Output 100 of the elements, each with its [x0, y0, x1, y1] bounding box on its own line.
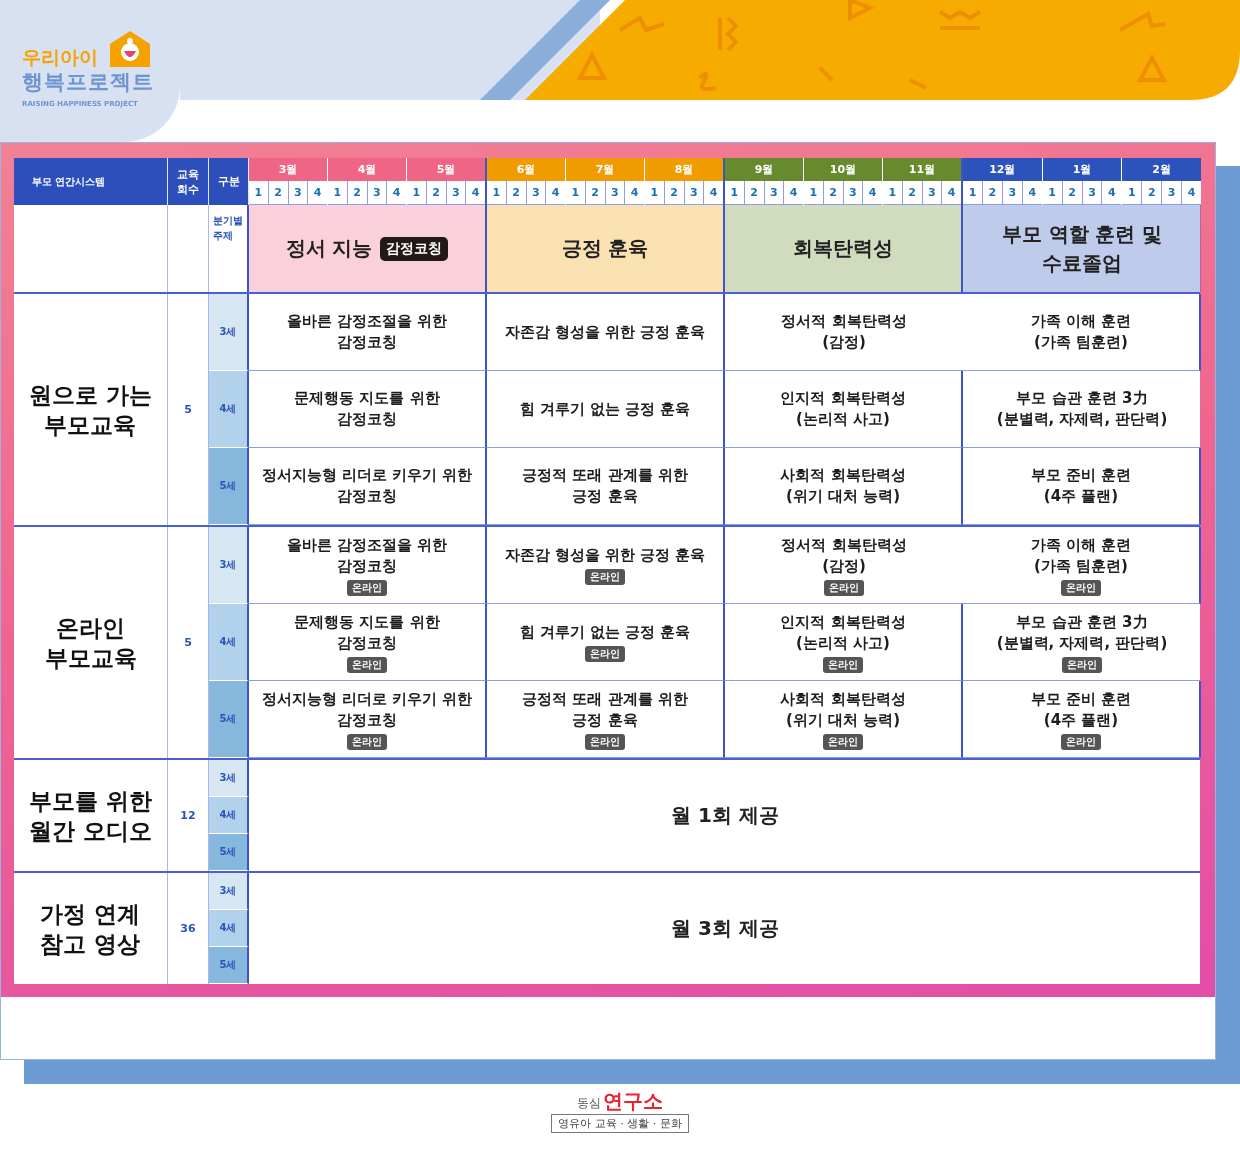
course-title: 부모 습관 훈련 3力 (분별력, 자제력, 판단력) [996, 388, 1168, 430]
age-cell: 4세 [209, 910, 249, 947]
week-cell: 2 [1062, 181, 1083, 205]
week-cell: 4 [1182, 181, 1202, 205]
age-cell: 4세 [209, 797, 249, 834]
course-title: 부모 준비 훈련 (4주 플랜) [1030, 688, 1132, 731]
week-cell: 3 [367, 181, 388, 205]
course-title: 정서적 회복탄력성 (감정) [781, 311, 907, 353]
age-cell: 3세 [209, 873, 249, 910]
week-cell: 3 [1002, 181, 1023, 205]
online-badge: 온라인 [1061, 579, 1101, 596]
course-title: 긍정적 또래 관계를 위한 긍정 훈육 [522, 465, 688, 507]
week-cell: 2 [744, 181, 765, 205]
week-cell: 2 [823, 181, 844, 205]
online-badge: 온라인 [824, 579, 864, 596]
course-title: 정서지능형 리더로 키우기 위한 감정코칭 [261, 465, 473, 507]
course-title: 힘 겨루기 없는 긍정 훈육 [519, 398, 691, 420]
week-cell: 1 [963, 181, 983, 205]
month-header: 2월 [1122, 158, 1201, 181]
age-cell: 5세 [209, 834, 249, 871]
week-cell: 2 [268, 181, 289, 205]
course-title: 정서적 회복탄력성 (감정) [781, 534, 907, 577]
week-cell: 3 [288, 181, 309, 205]
course-title: 사회적 회복탄력성 (위기 대처 능력) [780, 688, 906, 731]
month-header: 10월 [804, 158, 882, 181]
online-badge: 온라인 [1061, 733, 1101, 750]
age-cell: 4세 [209, 371, 249, 448]
course-title: 긍정적 또래 관계를 위한 긍정 훈육 [522, 688, 688, 731]
week-cell: 3 [605, 181, 626, 205]
logo-subtitle: 행복프로젝트 [22, 69, 155, 96]
course-title: 문제행동 지도를 위한 감정코칭 [294, 611, 440, 654]
online-badge: 온라인 [347, 579, 387, 596]
header-cell: 교육 회수 [168, 158, 209, 205]
week-cell: 1 [407, 181, 427, 205]
note-cell-text: 월 3회 제공 [670, 915, 780, 942]
month-header: 6월 [487, 158, 565, 181]
week-cell: 1 [487, 181, 507, 205]
course-title: 사회적 회복탄력성 (위기 대처 능력) [780, 465, 906, 507]
theme-badge: 감정코칭 [380, 236, 449, 261]
theme-title: 정서 지능 [285, 235, 373, 262]
course-title: 가족 이해 훈련 (가족 팀훈련) [1030, 311, 1132, 353]
month-header: 3월 [249, 158, 327, 181]
course-title: 인지적 회복탄력성 (논리적 사고) [780, 388, 906, 430]
online-badge: 온라인 [585, 569, 625, 585]
course-title: 인지적 회복탄력성 (논리적 사고) [780, 611, 906, 654]
age-cell: 3세 [209, 527, 249, 604]
week-cell: 1 [249, 181, 269, 205]
logo-title: 우리아이 [22, 46, 98, 68]
week-cell: 2 [1142, 181, 1163, 205]
month-header: 9월 [725, 158, 803, 181]
week-cell: 1 [645, 181, 665, 205]
online-badge: 온라인 [585, 646, 625, 662]
week-cell: 2 [982, 181, 1003, 205]
header-cell: 구분 [209, 158, 249, 205]
week-cell: 3 [843, 181, 864, 205]
week-cell: 1 [804, 181, 824, 205]
week-cell: 1 [328, 181, 348, 205]
week-cell: 3 [446, 181, 467, 205]
week-cell: 3 [764, 181, 785, 205]
course-title: 가족 이해 훈련 (가족 팀훈련) [1030, 534, 1132, 577]
course-title: 올바른 감정조절을 위한 감정코칭 [286, 311, 448, 353]
month-header: 8월 [645, 158, 723, 181]
week-cell: 3 [922, 181, 943, 205]
online-badge: 온라인 [347, 733, 387, 750]
month-header: 12월 [963, 158, 1042, 181]
course-title: 힘 겨루기 없는 긍정 훈육 [519, 622, 691, 643]
course-title: 정서지능형 리더로 키우기 위한 감정코칭 [261, 688, 473, 731]
week-cell: 1 [1122, 181, 1143, 205]
week-cell: 2 [426, 181, 447, 205]
theme-title: 회복탄력성 [793, 235, 893, 262]
course-title: 자존감 형성을 위한 긍정 훈육 [504, 545, 706, 566]
note-cell-text: 월 1회 제공 [670, 802, 780, 829]
online-badge: 온라인 [347, 656, 387, 673]
course-title: 문제행동 지도를 위한 감정코칭 [294, 388, 440, 430]
week-cell: 2 [585, 181, 606, 205]
online-badge: 온라인 [585, 733, 625, 750]
week-cell: 2 [347, 181, 368, 205]
footer-brand-small: 동심 [577, 1095, 601, 1112]
online-badge: 온라인 [823, 656, 863, 673]
course-title: 부모 습관 훈련 3力 (분별력, 자제력, 판단력) [996, 611, 1168, 654]
month-header: 11월 [883, 158, 961, 181]
week-cell: 2 [664, 181, 685, 205]
age-cell: 5세 [209, 947, 249, 984]
age-cell: 4세 [209, 604, 249, 681]
week-cell: 1 [725, 181, 745, 205]
week-cell: 1 [883, 181, 903, 205]
month-header: 5월 [407, 158, 485, 181]
age-cell: 3세 [209, 760, 249, 797]
course-title: 부모 준비 훈련 (4주 플랜) [1030, 465, 1132, 507]
week-cell: 2 [902, 181, 923, 205]
online-badge: 온라인 [1062, 656, 1102, 673]
month-header: 1월 [1042, 158, 1122, 181]
theme-title: 긍정 훈육 [561, 235, 649, 262]
week-cell: 2 [506, 181, 527, 205]
week-cell: 3 [1162, 181, 1183, 205]
footer-tagline: 영유아 교육 · 생활 · 문화 [551, 1114, 689, 1133]
week-cell: 3 [526, 181, 547, 205]
age-cell: 5세 [209, 681, 249, 758]
section-title: 가정 연계 참고 영상 [14, 873, 168, 984]
age-cell: 3세 [209, 294, 249, 371]
